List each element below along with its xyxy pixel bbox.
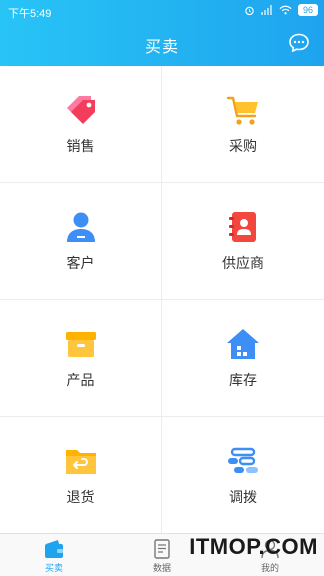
page-title: 买卖 (144, 39, 179, 56)
warehouse-icon (227, 329, 259, 359)
chat-bubble-icon[interactable] (288, 33, 310, 53)
alarm-icon (245, 6, 254, 15)
signal-icon (261, 5, 272, 15)
return-folder-icon (65, 450, 96, 474)
status-bar: 下午5:49 96 (0, 0, 324, 22)
status-time: 下午5:49 (8, 8, 52, 20)
wifi-icon (279, 5, 292, 15)
grid-item-label: 产品 (66, 372, 95, 388)
grid-item-label: 供应商 (222, 255, 264, 271)
document-icon (154, 539, 170, 559)
grid-item-transfer[interactable]: 调拨 (162, 417, 324, 534)
grid-item-supplier[interactable]: 供应商 (162, 183, 324, 300)
battery-indicator: 96 (298, 4, 318, 16)
tab-trade[interactable]: 买卖 (0, 536, 108, 576)
tab-label: 买卖 (44, 563, 63, 573)
grid-item-label: 采购 (229, 138, 257, 154)
contact-book-icon (229, 212, 256, 242)
app-header: 下午5:49 96 买卖 (0, 0, 324, 66)
grid-item-label: 调拨 (229, 489, 257, 505)
grid-item-return[interactable]: 退货 (0, 417, 162, 534)
customer-icon (66, 212, 95, 242)
status-icons: 96 (244, 4, 318, 16)
function-grid: 销售 采购 客户 供应商 产品 库存 退货 调拨 (0, 66, 324, 534)
wallet-icon (45, 540, 63, 558)
shopping-cart-icon (226, 96, 258, 125)
product-box-icon (65, 332, 96, 357)
grid-item-label: 销售 (66, 138, 95, 154)
grid-item-inventory[interactable]: 库存 (162, 300, 324, 417)
grid-item-sales[interactable]: 销售 (0, 66, 162, 183)
grid-item-purchase[interactable]: 采购 (162, 66, 324, 183)
tab-label: 数据 (152, 563, 171, 573)
tab-label: 我的 (260, 563, 279, 573)
grid-item-product[interactable]: 产品 (0, 300, 162, 417)
transfer-icon (228, 447, 258, 473)
watermark: ITMOP.COM (189, 534, 318, 559)
price-tag-icon (66, 96, 95, 124)
grid-item-customer[interactable]: 客户 (0, 183, 162, 300)
grid-item-label: 库存 (229, 372, 257, 388)
grid-item-label: 退货 (66, 489, 95, 505)
grid-item-label: 客户 (66, 255, 95, 271)
